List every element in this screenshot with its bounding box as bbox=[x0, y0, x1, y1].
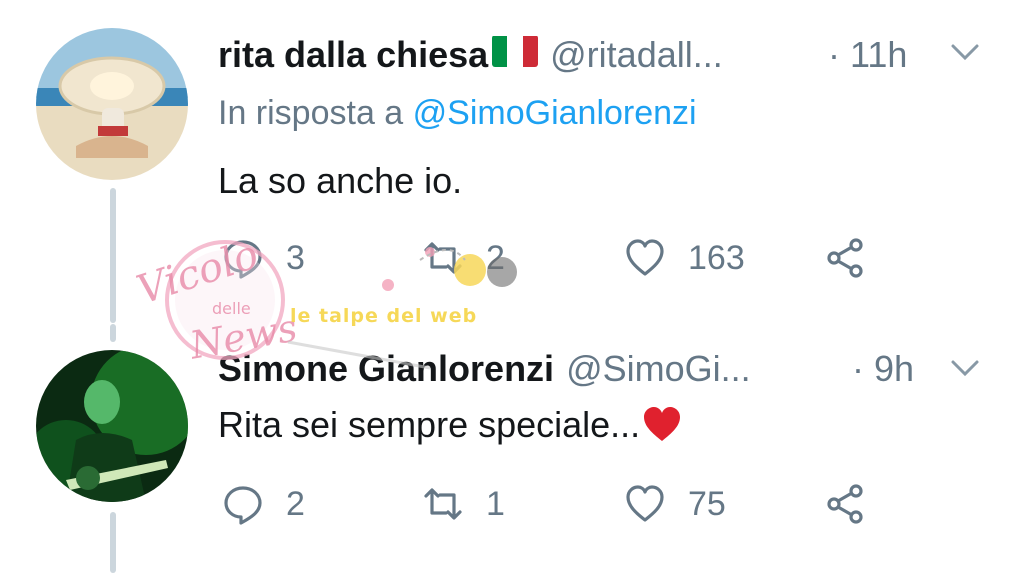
like-button[interactable]: 75 bbox=[624, 483, 726, 525]
retweet-count: 2 bbox=[486, 238, 505, 277]
red-heart-emoji-icon bbox=[644, 407, 681, 441]
tweet-rita[interactable]: rita dalla chiesa @ritadall... · 11h In … bbox=[0, 0, 1024, 330]
heart-icon bbox=[626, 239, 664, 276]
retweet-icon bbox=[424, 242, 462, 274]
reply-count: 3 bbox=[286, 238, 305, 277]
tweet-header: rita dalla chiesa @ritadall... bbox=[218, 34, 723, 76]
italy-flag-icon bbox=[492, 35, 539, 67]
thread-line-upper bbox=[110, 324, 116, 342]
author-name[interactable]: rita dalla chiesa bbox=[218, 34, 488, 76]
retweet-icon bbox=[424, 488, 462, 520]
share-button[interactable] bbox=[824, 483, 866, 525]
heart-icon bbox=[626, 485, 664, 522]
chevron-down-icon[interactable] bbox=[950, 42, 980, 62]
tweet-simone[interactable]: Simone Gianlorenzi @SimoGi... · 9h Rita … bbox=[0, 324, 1024, 573]
share-button[interactable] bbox=[824, 237, 866, 279]
reply-mention-link[interactable]: @SimoGianlorenzi bbox=[413, 94, 697, 132]
tweet-text: Rita sei sempre speciale... bbox=[218, 404, 641, 445]
author-name[interactable]: Simone Gianlorenzi bbox=[218, 348, 554, 390]
author-handle[interactable]: @ritadall... bbox=[550, 34, 723, 76]
share-icon bbox=[827, 238, 863, 278]
tweet-time[interactable]: · 9h bbox=[852, 348, 914, 390]
reply-icon bbox=[224, 486, 262, 525]
like-count: 75 bbox=[688, 484, 726, 523]
thread-line-lower bbox=[110, 512, 116, 573]
tweet-text-line: Rita sei sempre speciale... bbox=[218, 404, 682, 446]
avatar-simone-image bbox=[36, 350, 188, 502]
tweet-text: La so anche io. bbox=[218, 160, 463, 201]
share-icon bbox=[827, 484, 863, 524]
avatar-rita-image bbox=[36, 28, 188, 180]
reply-button[interactable]: 2 bbox=[222, 483, 305, 525]
like-button[interactable]: 163 bbox=[624, 237, 745, 279]
thread-line bbox=[110, 188, 116, 323]
like-count: 163 bbox=[688, 238, 745, 277]
retweet-count: 1 bbox=[486, 484, 505, 523]
chevron-down-icon[interactable] bbox=[950, 358, 980, 378]
reply-button[interactable]: 3 bbox=[222, 237, 305, 279]
reply-icon bbox=[224, 240, 262, 279]
tweet-header: Simone Gianlorenzi @SimoGi... bbox=[218, 348, 751, 390]
author-handle[interactable]: @SimoGi... bbox=[566, 348, 751, 390]
retweet-button[interactable]: 1 bbox=[422, 483, 505, 525]
reply-prefix: In risposta a bbox=[218, 94, 413, 132]
avatar-simone[interactable] bbox=[36, 350, 188, 502]
tweet-time[interactable]: · 11h bbox=[828, 34, 907, 76]
reply-context: In risposta a @SimoGianlorenzi bbox=[218, 94, 697, 133]
avatar-rita[interactable] bbox=[36, 28, 188, 180]
retweet-button[interactable]: 2 bbox=[422, 237, 505, 279]
reply-count: 2 bbox=[286, 484, 305, 523]
